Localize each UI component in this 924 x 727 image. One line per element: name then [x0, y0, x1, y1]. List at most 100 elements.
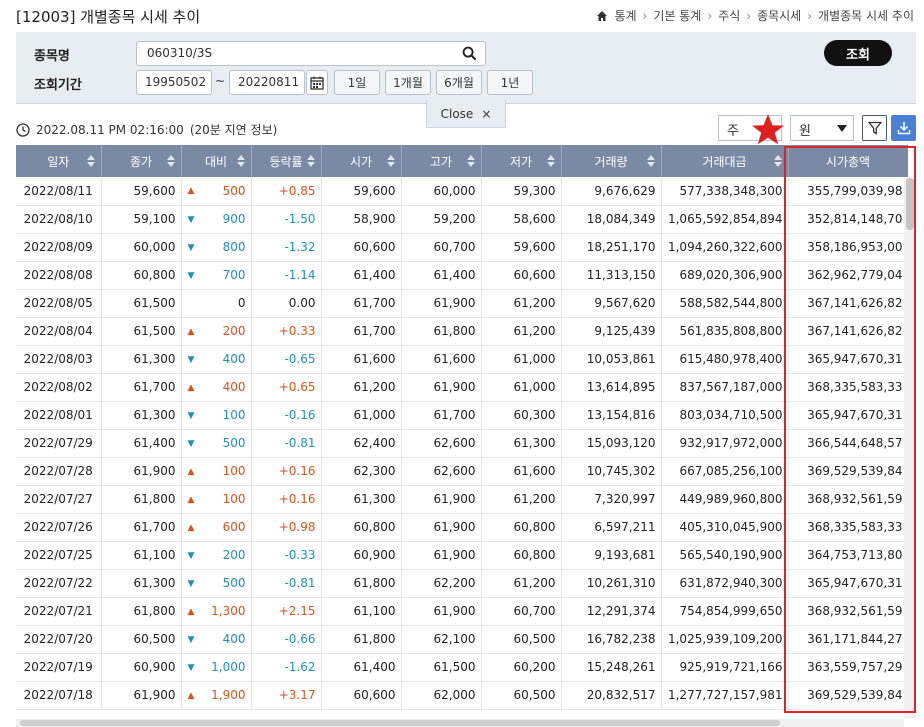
- table-row[interactable]: 2022/08/08 60,800 ▼ 700 -1.14 61,400 61,400 60,…: [16, 261, 908, 290]
- search-icon[interactable]: [462, 46, 477, 61]
- table-row[interactable]: 2022/07/28 61,900 ▲ 100 +0.16 62,300 62,600 61,…: [16, 457, 908, 486]
- cell-date: 2022/07/29: [16, 429, 102, 458]
- table-row[interactable]: 2022/08/09 60,000 ▼ 800 -1.32 60,600 60,700 59,…: [16, 233, 908, 262]
- cell-diff: ▲ 1,300: [181, 597, 252, 626]
- table-row[interactable]: 2022/07/27 61,800 ▲ 100 +0.16 61,300 61,900 61,…: [16, 485, 908, 514]
- diff-value: 500: [222, 183, 246, 198]
- column-header-label: 거래량: [594, 154, 628, 169]
- table-row[interactable]: 2022/08/03 61,300 ▼ 400 -0.65 61,600 61,600 61,…: [16, 345, 908, 374]
- column-header-open[interactable]: 시가: [321, 145, 402, 177]
- horizontal-scroll-thumb[interactable]: [20, 720, 780, 726]
- table-row[interactable]: 2022/07/26 61,700 ▲ 600 +0.98 60,800 61,900 60,…: [16, 513, 908, 542]
- triangle-down-icon: ▼: [187, 410, 195, 421]
- column-header-date[interactable]: 일자: [16, 145, 102, 177]
- cell-rate: +3.17: [251, 681, 322, 710]
- table-row[interactable]: 2022/07/20 60,500 ▼ 400 -0.66 61,800 62,100 60,…: [16, 625, 908, 654]
- sort-icon[interactable]: [306, 155, 315, 167]
- cell-date: 2022/07/25: [16, 541, 102, 570]
- cell-high: 61,900: [401, 373, 482, 402]
- column-header-label: 대비: [204, 154, 228, 169]
- period-1day-button[interactable]: 1일: [334, 70, 380, 95]
- sort-icon[interactable]: [386, 155, 395, 167]
- cell-low: 61,600: [481, 457, 562, 486]
- cell-low: 61,200: [481, 289, 562, 318]
- cell-rate: -0.81: [251, 569, 322, 598]
- vertical-scroll-thumb[interactable]: [906, 178, 914, 230]
- cell-open: 61,300: [321, 485, 402, 514]
- breadcrumb-item[interactable]: 기본 통계: [653, 7, 701, 24]
- cell-amount: 449,989,960,800: [661, 485, 789, 514]
- cell-rate: -0.16: [251, 401, 322, 430]
- cell-close: 61,700: [101, 373, 182, 402]
- horizontal-scrollbar[interactable]: [16, 719, 904, 727]
- triangle-down-icon: ▼: [187, 578, 195, 589]
- cell-amount: 577,338,348,300: [661, 177, 789, 206]
- cell-diff: ▲ 600: [181, 513, 252, 542]
- triangle-down-icon: ▼: [187, 550, 195, 561]
- currency-select[interactable]: 원: [790, 115, 854, 141]
- breadcrumb-item[interactable]: 주식: [718, 7, 740, 24]
- column-header-label: 등락률: [269, 154, 303, 169]
- breadcrumb-item[interactable]: 통계: [614, 7, 636, 24]
- table-row[interactable]: 2022/08/11 59,600 ▲ 500 +0.85 59,600 60,000 59,…: [16, 177, 908, 206]
- column-header-volume[interactable]: 거래량: [561, 145, 662, 177]
- cell-close: 60,000: [101, 233, 182, 262]
- column-header-high[interactable]: 고가: [401, 145, 482, 177]
- column-header-rate[interactable]: 등락률: [251, 145, 322, 177]
- column-header-low[interactable]: 저가: [481, 145, 562, 177]
- sort-icon[interactable]: [646, 155, 655, 167]
- cell-high: 62,100: [401, 625, 482, 654]
- period-label: 조회기간: [34, 78, 82, 93]
- column-header-diff[interactable]: 대비: [181, 145, 252, 177]
- sort-icon[interactable]: [466, 155, 475, 167]
- sort-icon[interactable]: [236, 155, 245, 167]
- column-header-amount[interactable]: 거래대금: [661, 145, 789, 177]
- column-header-close[interactable]: 종가: [101, 145, 182, 177]
- column-header-market-cap[interactable]: 시가총액: [788, 145, 908, 177]
- period-1month-button[interactable]: 1개월: [385, 70, 431, 95]
- table-row[interactable]: 2022/07/18 61,900 ▲ 1,900 +3.17 60,600 62,000 6…: [16, 681, 908, 710]
- table-row[interactable]: 2022/08/05 61,500 0 0.00 61,700 61,900 61,200 9…: [16, 289, 908, 318]
- home-icon[interactable]: [596, 10, 608, 22]
- filter-button[interactable]: [862, 115, 887, 141]
- cell-diff: ▼ 500: [181, 569, 252, 598]
- cell-diff: ▲ 1,900: [181, 681, 252, 710]
- cell-market-cap: 368,335,583,33: [788, 513, 908, 542]
- download-button[interactable]: [891, 115, 916, 141]
- cell-market-cap: 366,544,648,57: [788, 429, 908, 458]
- period-1year-button[interactable]: 1년: [487, 70, 533, 95]
- cell-high: 61,800: [401, 317, 482, 346]
- vertical-scrollbar[interactable]: [904, 178, 916, 718]
- sort-icon[interactable]: [166, 155, 175, 167]
- cell-low: 60,500: [481, 625, 562, 654]
- start-date-input[interactable]: 19950502: [136, 70, 212, 95]
- cell-low: 60,200: [481, 653, 562, 682]
- table-row[interactable]: 2022/08/01 61,300 ▼ 100 -0.16 61,000 61,700 60,…: [16, 401, 908, 430]
- sort-icon[interactable]: [546, 155, 555, 167]
- table-row[interactable]: 2022/07/29 61,400 ▼ 500 -0.81 62,400 62,600 61,…: [16, 429, 908, 458]
- table-row[interactable]: 2022/08/02 61,700 ▲ 400 +0.65 61,200 61,900 61,…: [16, 373, 908, 402]
- sort-icon[interactable]: [773, 155, 782, 167]
- triangle-up-icon: ▲: [187, 606, 195, 617]
- table-row[interactable]: 2022/07/25 61,100 ▼ 200 -0.33 60,900 61,900 60,…: [16, 541, 908, 570]
- table-row[interactable]: 2022/07/22 61,300 ▼ 500 -0.81 61,800 62,200 61,…: [16, 569, 908, 598]
- calendar-icon[interactable]: [306, 70, 328, 95]
- cell-market-cap: 368,932,561,59: [788, 597, 908, 626]
- end-date-input[interactable]: 20220811: [229, 70, 305, 95]
- table-row[interactable]: 2022/08/10 59,100 ▼ 900 -1.50 58,900 59,200 58,…: [16, 205, 908, 234]
- cell-diff: 0: [181, 289, 252, 318]
- cell-volume: 13,614,895: [561, 373, 662, 402]
- sort-icon[interactable]: [86, 155, 95, 167]
- breadcrumb-item[interactable]: 개별종목 시세 추이: [818, 7, 914, 24]
- period-6month-button[interactable]: 6개월: [436, 70, 482, 95]
- cell-close: 61,400: [101, 429, 182, 458]
- table-row[interactable]: 2022/07/19 60,900 ▼ 1,000 -1.62 61,400 61,500 6…: [16, 653, 908, 682]
- cell-diff: ▼ 700: [181, 261, 252, 290]
- stock-code-input[interactable]: 060310/3S: [136, 41, 486, 66]
- query-button[interactable]: 조회: [824, 40, 892, 66]
- table-row[interactable]: 2022/08/04 61,500 ▲ 200 +0.33 61,700 61,800 61,…: [16, 317, 908, 346]
- table-row[interactable]: 2022/07/21 61,800 ▲ 1,300 +2.15 61,100 61,900 6…: [16, 597, 908, 626]
- close-panel-button[interactable]: Close ×: [426, 100, 506, 128]
- triangle-down-icon: ▼: [187, 354, 195, 365]
- breadcrumb-item[interactable]: 종목시세: [757, 7, 801, 24]
